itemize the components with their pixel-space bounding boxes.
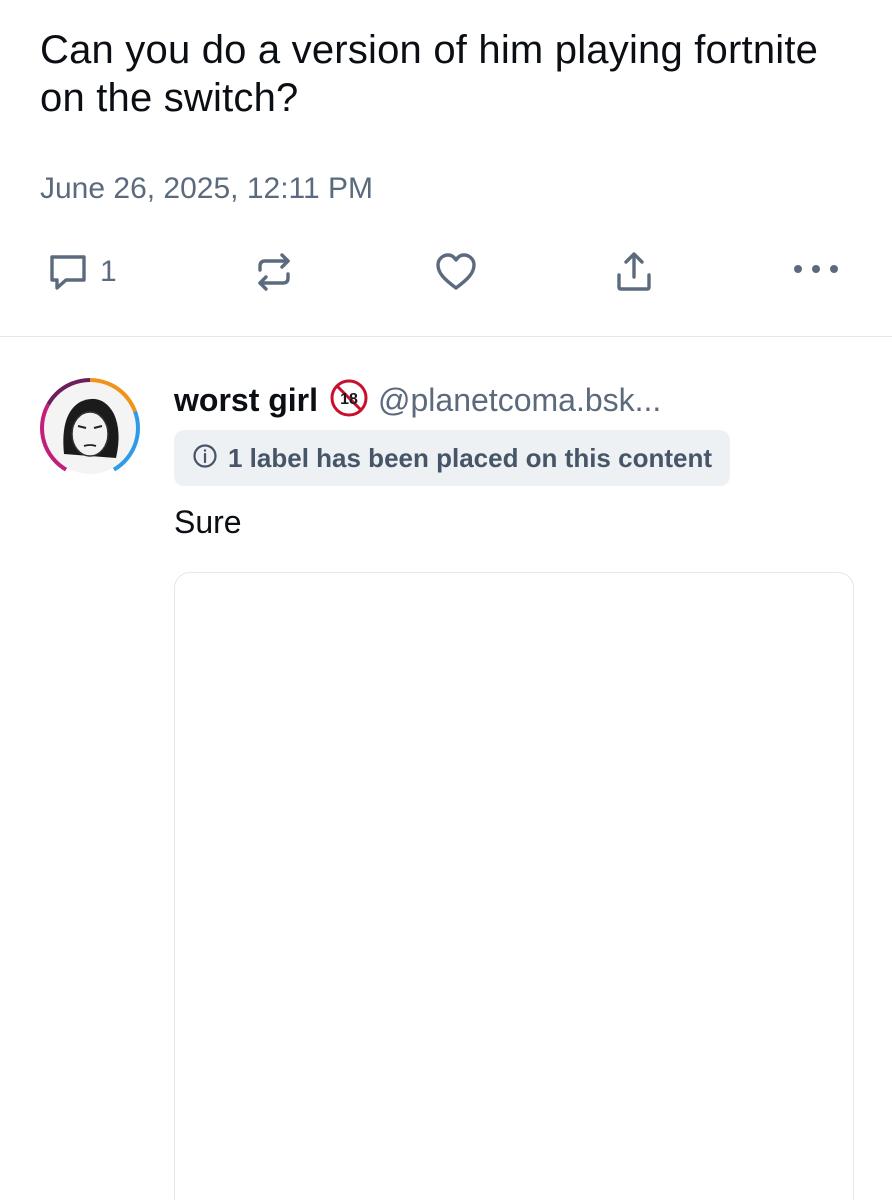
heart-icon bbox=[432, 248, 480, 296]
user-handle[interactable]: @planetcoma.bsk... bbox=[378, 382, 661, 419]
reply-text: Sure bbox=[174, 504, 242, 540]
like-button[interactable] bbox=[432, 248, 480, 296]
info-icon bbox=[192, 443, 218, 474]
post-text: Can you do a version of him playing fort… bbox=[40, 28, 819, 120]
avatar-image bbox=[44, 382, 136, 474]
share-icon bbox=[610, 248, 658, 296]
reply-header: worst girl 18 @planetcoma.bsk... bbox=[174, 378, 661, 422]
post-timestamp[interactable]: June 26, 2025, 12:11 PM bbox=[40, 172, 373, 206]
media-attachment[interactable] bbox=[174, 572, 854, 1200]
divider bbox=[0, 336, 892, 337]
display-name[interactable]: worst girl bbox=[174, 382, 318, 419]
more-options-button[interactable] bbox=[792, 262, 840, 276]
reply-count: 1 bbox=[100, 255, 117, 288]
reply-button[interactable]: 1 bbox=[44, 248, 117, 296]
adult-badge-text: 18 bbox=[340, 391, 358, 408]
post-action-bar: 1 bbox=[0, 240, 892, 304]
repost-icon bbox=[250, 248, 298, 296]
reply-icon bbox=[44, 248, 92, 296]
repost-button[interactable] bbox=[250, 248, 298, 296]
share-button[interactable] bbox=[610, 248, 658, 296]
adult-content-icon: 18 bbox=[330, 379, 368, 422]
avatar[interactable] bbox=[40, 378, 140, 478]
label-notice-text: 1 label has been placed on this content bbox=[228, 442, 712, 473]
content-label-notice[interactable]: 1 label has been placed on this content bbox=[174, 430, 730, 486]
more-icon bbox=[792, 262, 840, 276]
